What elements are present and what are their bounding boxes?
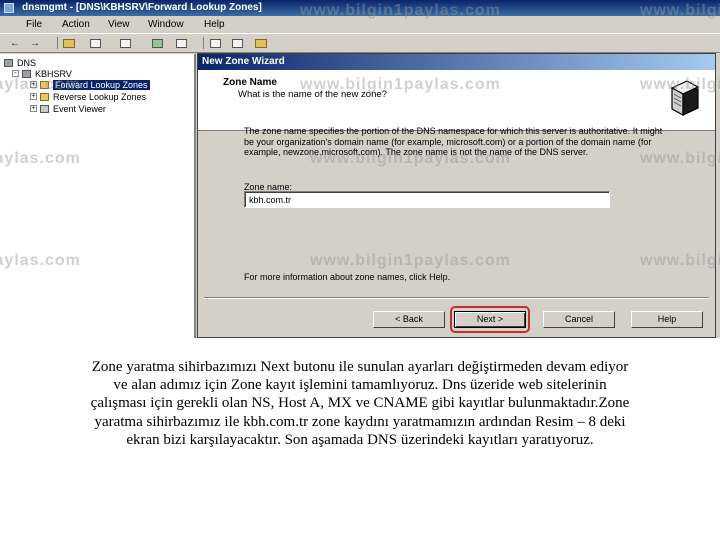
menu-view[interactable]: View: [108, 16, 130, 33]
help-icon[interactable]: [174, 37, 188, 49]
collapse-icon[interactable]: -: [12, 70, 19, 77]
wizard-description: The zone name specifies the portion of t…: [244, 126, 663, 157]
properties-icon[interactable]: [150, 37, 164, 49]
tree-item-reverse-lookup-zones[interactable]: + Reverse Lookup Zones: [30, 91, 146, 102]
tree-item-label: Event Viewer: [53, 103, 106, 114]
dns-icon: [4, 58, 13, 67]
button-divider: [204, 297, 709, 299]
toolbar: ← →: [0, 33, 720, 53]
wizard-header: Zone Name What is the name of the new zo…: [198, 70, 715, 131]
tree-item-label: DNS: [17, 57, 37, 68]
expand-icon[interactable]: +: [30, 105, 37, 112]
back-arrow-icon[interactable]: ←: [8, 37, 22, 49]
help-hint-text: For more information about zone names, c…: [244, 272, 451, 282]
new-zone-wizard-dialog: New Zone Wizard Zone Name What is the na…: [197, 53, 716, 338]
menu-action[interactable]: Action: [62, 16, 90, 33]
wizard-page-title: Zone Name: [223, 77, 277, 88]
cancel-button[interactable]: Cancel: [543, 311, 615, 328]
wizard-titlebar[interactable]: New Zone Wizard: [198, 54, 715, 70]
tree-item-label: KBHSRV: [35, 68, 72, 79]
event-viewer-icon: [40, 104, 49, 113]
tree-item-forward-lookup-zones[interactable]: + Forward Lookup Zones: [30, 79, 150, 90]
help-button[interactable]: Help: [631, 311, 703, 328]
tree-item-label: Reverse Lookup Zones: [53, 91, 147, 102]
menu-bar: File Action View Window Help: [0, 16, 720, 33]
window-title: dnsmgmt - [DNS\KBHSRV\Forward Lookup Zon…: [22, 2, 262, 13]
wizard-title: New Zone Wizard: [202, 56, 285, 67]
caption-paragraph: Zone yaratma sihirbazımızı Next butonu i…: [90, 359, 630, 448]
tree-item-event-viewer[interactable]: + Event Viewer: [30, 103, 106, 114]
detail-icon[interactable]: [230, 37, 244, 49]
console-tree: DNS - KBHSRV + Forward Lookup Zones + Re…: [0, 54, 196, 338]
next-button[interactable]: Next >: [454, 311, 526, 328]
folder-icon: [40, 80, 49, 89]
tree-item-server[interactable]: - KBHSRV: [12, 68, 72, 79]
menu-help[interactable]: Help: [204, 16, 225, 33]
new-zone-icon[interactable]: [254, 37, 268, 49]
screenshot: dnsmgmt - [DNS\KBHSRV\Forward Lookup Zon…: [0, 0, 720, 338]
up-folder-icon[interactable]: [62, 37, 76, 49]
back-button[interactable]: < Back: [373, 311, 445, 328]
tree-item-dns[interactable]: DNS: [4, 57, 36, 68]
window-titlebar[interactable]: dnsmgmt - [DNS\KBHSRV\Forward Lookup Zon…: [0, 0, 720, 16]
delete-icon[interactable]: [118, 37, 132, 49]
wizard-page-subtitle: What is the name of the new zone?: [238, 89, 387, 100]
menu-file[interactable]: File: [26, 16, 42, 33]
dns-server-icon: [670, 80, 700, 117]
show-tree-icon[interactable]: [88, 37, 102, 49]
dns-console-icon: [4, 3, 14, 13]
server-icon: [22, 69, 31, 78]
expand-icon[interactable]: +: [30, 93, 37, 100]
tree-item-label: Forward Lookup Zones: [53, 79, 150, 90]
forward-arrow-icon[interactable]: →: [28, 37, 42, 49]
folder-icon: [40, 92, 49, 101]
list-icon[interactable]: [208, 37, 222, 49]
menu-window[interactable]: Window: [148, 16, 184, 33]
zone-name-input[interactable]: [244, 191, 610, 208]
expand-icon[interactable]: +: [30, 81, 37, 88]
